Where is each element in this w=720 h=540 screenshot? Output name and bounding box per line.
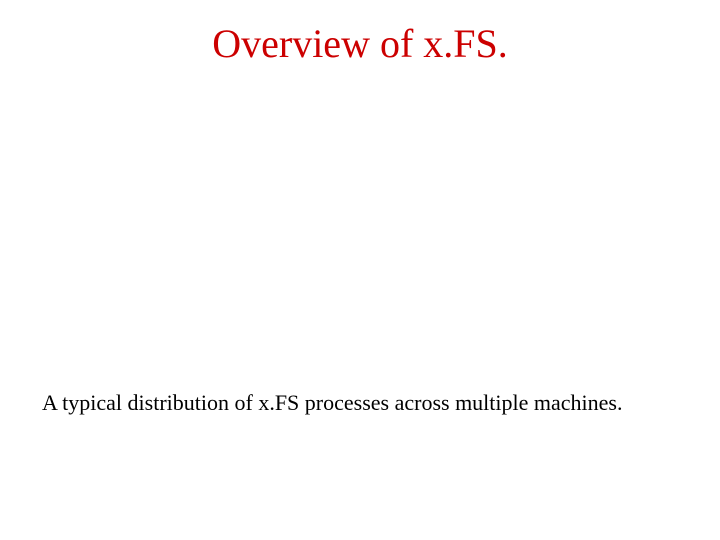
caption-text: A typical distribution of x.FS processes… xyxy=(42,390,622,416)
slide: Overview of x.FS. A typical distribution… xyxy=(0,0,720,540)
slide-title: Overview of x.FS. xyxy=(0,20,720,67)
